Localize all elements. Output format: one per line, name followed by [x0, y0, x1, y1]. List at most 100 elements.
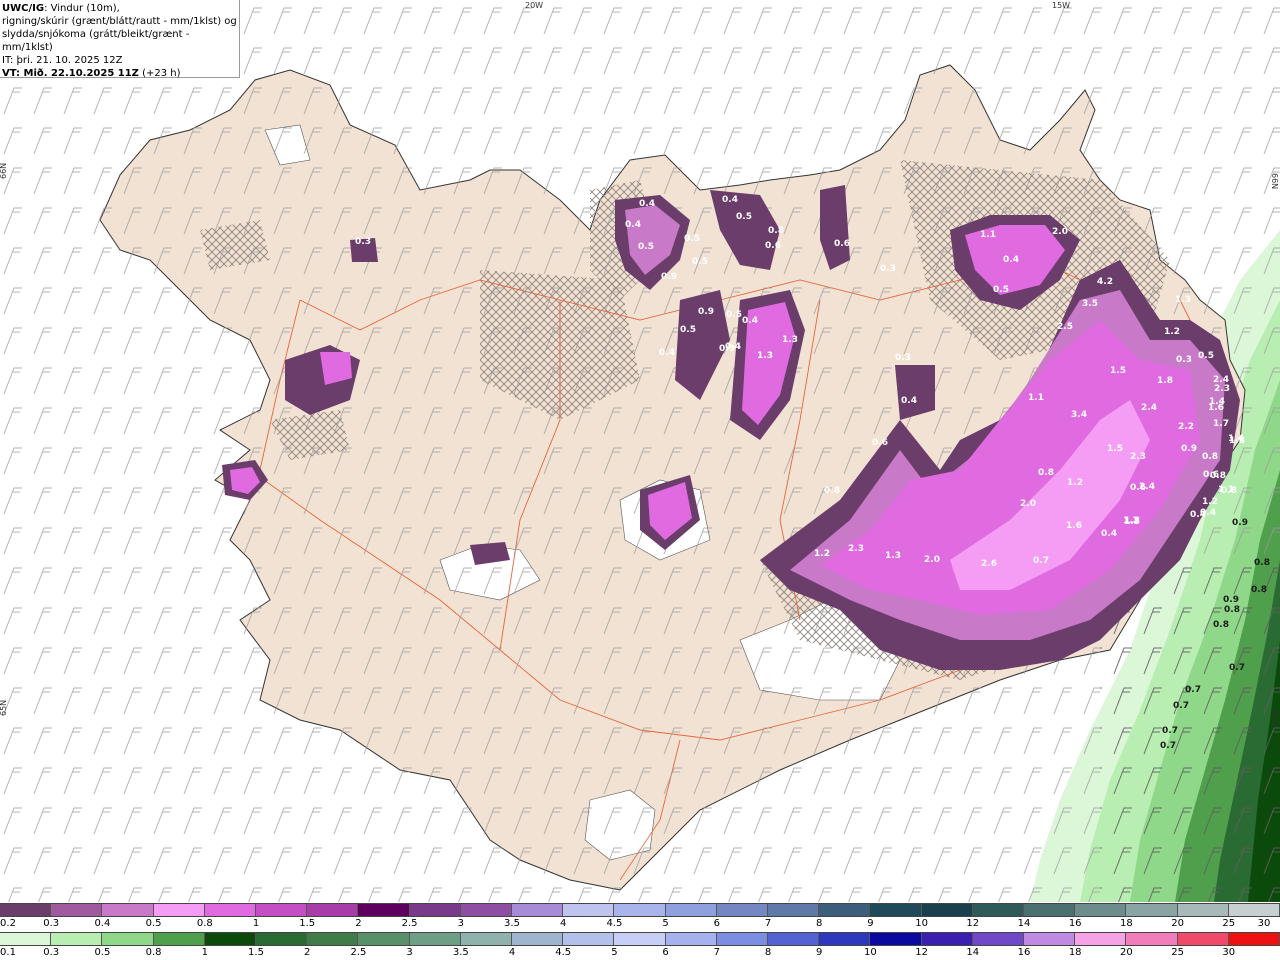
precip-value-label: 0.8	[1038, 468, 1054, 478]
legend-label: 25	[1171, 947, 1184, 958]
precip-value-label: 0.7	[1185, 685, 1201, 695]
precip-value-label: 0.7	[1162, 726, 1178, 736]
legend-label: 20	[1120, 947, 1133, 958]
precip-value-label: 0.4	[1101, 529, 1117, 539]
legend-swatch	[512, 933, 564, 945]
precip-value-label: 0.5	[692, 257, 708, 267]
legend-swatch	[51, 933, 103, 945]
legend-swatch	[921, 904, 973, 916]
legend-swatch	[102, 933, 154, 945]
legend-label: 1	[201, 947, 208, 958]
precip-value-label: 1.1	[1218, 485, 1234, 495]
precip-value-label: 2.5	[1057, 322, 1073, 332]
precip-value-label: 0.5	[684, 234, 700, 244]
legend-label: 2	[355, 918, 362, 929]
legend-label: 9	[867, 918, 874, 929]
title-line: UWC/IG: Vindur (10m),	[2, 2, 237, 15]
legend-swatch	[1126, 933, 1178, 945]
precip-value-label: 1.2	[1164, 327, 1180, 337]
legend-swatch	[563, 933, 615, 945]
valid-time: VT: Mið. 22.10.2025 11Z	[2, 68, 139, 79]
init-time: IT: þri. 21. 10. 2025 12Z	[2, 55, 123, 66]
legend-label: 0.3	[43, 947, 60, 958]
legend-label: 4	[560, 918, 567, 929]
legend-label: 1.5	[248, 947, 264, 958]
precip-value-label: 0.5	[638, 242, 654, 252]
legend-label: 20	[1171, 918, 1184, 929]
precip-value-label: 2.0	[1052, 227, 1068, 237]
precip-value-label: 1.5	[1107, 444, 1123, 454]
legend-swatch	[921, 933, 973, 945]
legend-swatch	[563, 904, 615, 916]
legend-label: 3	[457, 918, 464, 929]
precip-value-label: 0.5	[993, 285, 1009, 295]
legend-label: 18	[1120, 918, 1133, 929]
legend-swatch	[665, 933, 717, 945]
precip-value-label: 0.7	[1160, 741, 1176, 751]
precip-value-label: 2.4	[1141, 403, 1157, 413]
precip-value-label: 0.3	[355, 237, 371, 247]
precip-value-label: 1.3	[1175, 295, 1191, 305]
legend-label: 1	[252, 918, 260, 929]
legend-label: 4	[508, 947, 516, 958]
legend-label: 30	[1257, 918, 1271, 929]
legend-swatch	[1126, 904, 1178, 916]
legend-swatch	[614, 904, 666, 916]
legend: 0.2 0.3 0.4 0.5 0.8 1 1.5 2 2.5 3 3.5 4 4.5 5 6 7 8 9 10 12…	[0, 902, 1280, 960]
legend-swatch	[153, 933, 205, 945]
legend-label: 3	[406, 947, 413, 958]
legend-label: 30	[1222, 947, 1236, 958]
precip-value-label: 1.2	[1202, 497, 1218, 507]
precip-value-label: 0.9	[1181, 444, 1197, 454]
precip-value-label: 0.6	[834, 239, 850, 249]
precip-value-label: 0.4	[639, 199, 655, 209]
map-info-box: UWC/IG: Vindur (10m), rigning/skúrir (gr…	[0, 0, 240, 79]
legend-label: 18	[1068, 947, 1082, 958]
legend-swatch	[972, 933, 1025, 945]
legend-label: 10	[864, 947, 877, 958]
precip-value-label: 1.2	[1067, 478, 1083, 488]
legend-label: 3.5	[452, 947, 469, 958]
legend-swatch	[102, 904, 154, 916]
precip-value-label: 2.3	[848, 544, 864, 554]
precip-value-label: 0.9	[698, 307, 714, 317]
precip-value-label: 0.7	[1033, 556, 1049, 566]
lead-time: (+23 h)	[142, 68, 181, 79]
legend-label: 12	[915, 947, 928, 958]
legend-swatch	[0, 904, 52, 916]
legend-swatch	[1177, 933, 1229, 945]
precip-value-label: 1.8	[1157, 376, 1173, 386]
subtitle-line: slydda/snjókoma (grátt/bleikt/grænt - mm…	[2, 29, 190, 53]
precip-value-label: 1.1	[980, 230, 996, 240]
precip-value-label: 1.2	[1124, 516, 1140, 526]
legend-swatch	[1075, 933, 1127, 945]
precip-value-label: 0.5	[680, 325, 696, 335]
precip-value-label: 0.8	[1224, 605, 1240, 615]
precip-value-label: 0.4	[722, 195, 738, 205]
legend-swatch	[0, 933, 52, 945]
legend-label: 0.8	[196, 918, 213, 929]
precip-value-label: 2.0	[924, 555, 940, 565]
precip-value-label: 0.3	[1176, 355, 1192, 365]
precip-value-label: 0.6	[872, 438, 888, 448]
legend-label: 16	[1017, 947, 1031, 958]
forecast-map: 20W 15W 66N 66N 65N 65N 0.40.40.50.50.50…	[0, 0, 1280, 902]
precip-value-label: 1.5	[1110, 366, 1126, 376]
precip-value-label: 0.4	[1003, 255, 1019, 265]
snow-scale-labels: 0.2 0.3 0.4 0.5 0.8 1 1.5 2 2.5 3 3.5 4 4.5 5 6 7 8 9 10 12…	[0, 918, 1280, 930]
precip-value-label: 0.9	[661, 272, 677, 282]
legend-swatch	[665, 904, 717, 916]
legend-label: 25	[1222, 918, 1236, 929]
precip-value-label: 1.1	[1028, 393, 1044, 403]
legend-label: 12	[966, 918, 980, 929]
legend-label: 0.2	[0, 918, 16, 929]
precip-value-label: 0.8	[768, 226, 784, 236]
legend-label: 10	[915, 918, 928, 929]
legend-label: 14	[966, 947, 980, 958]
subtitle-line: rigning/skúrir (grænt/blátt/rautt - mm/1…	[2, 16, 237, 27]
legend-label: 7	[764, 918, 772, 929]
legend-swatch	[614, 933, 666, 945]
precip-value-label: 1.3	[885, 551, 901, 561]
graticule-label: 65N	[1270, 710, 1279, 726]
legend-swatch	[460, 904, 513, 916]
